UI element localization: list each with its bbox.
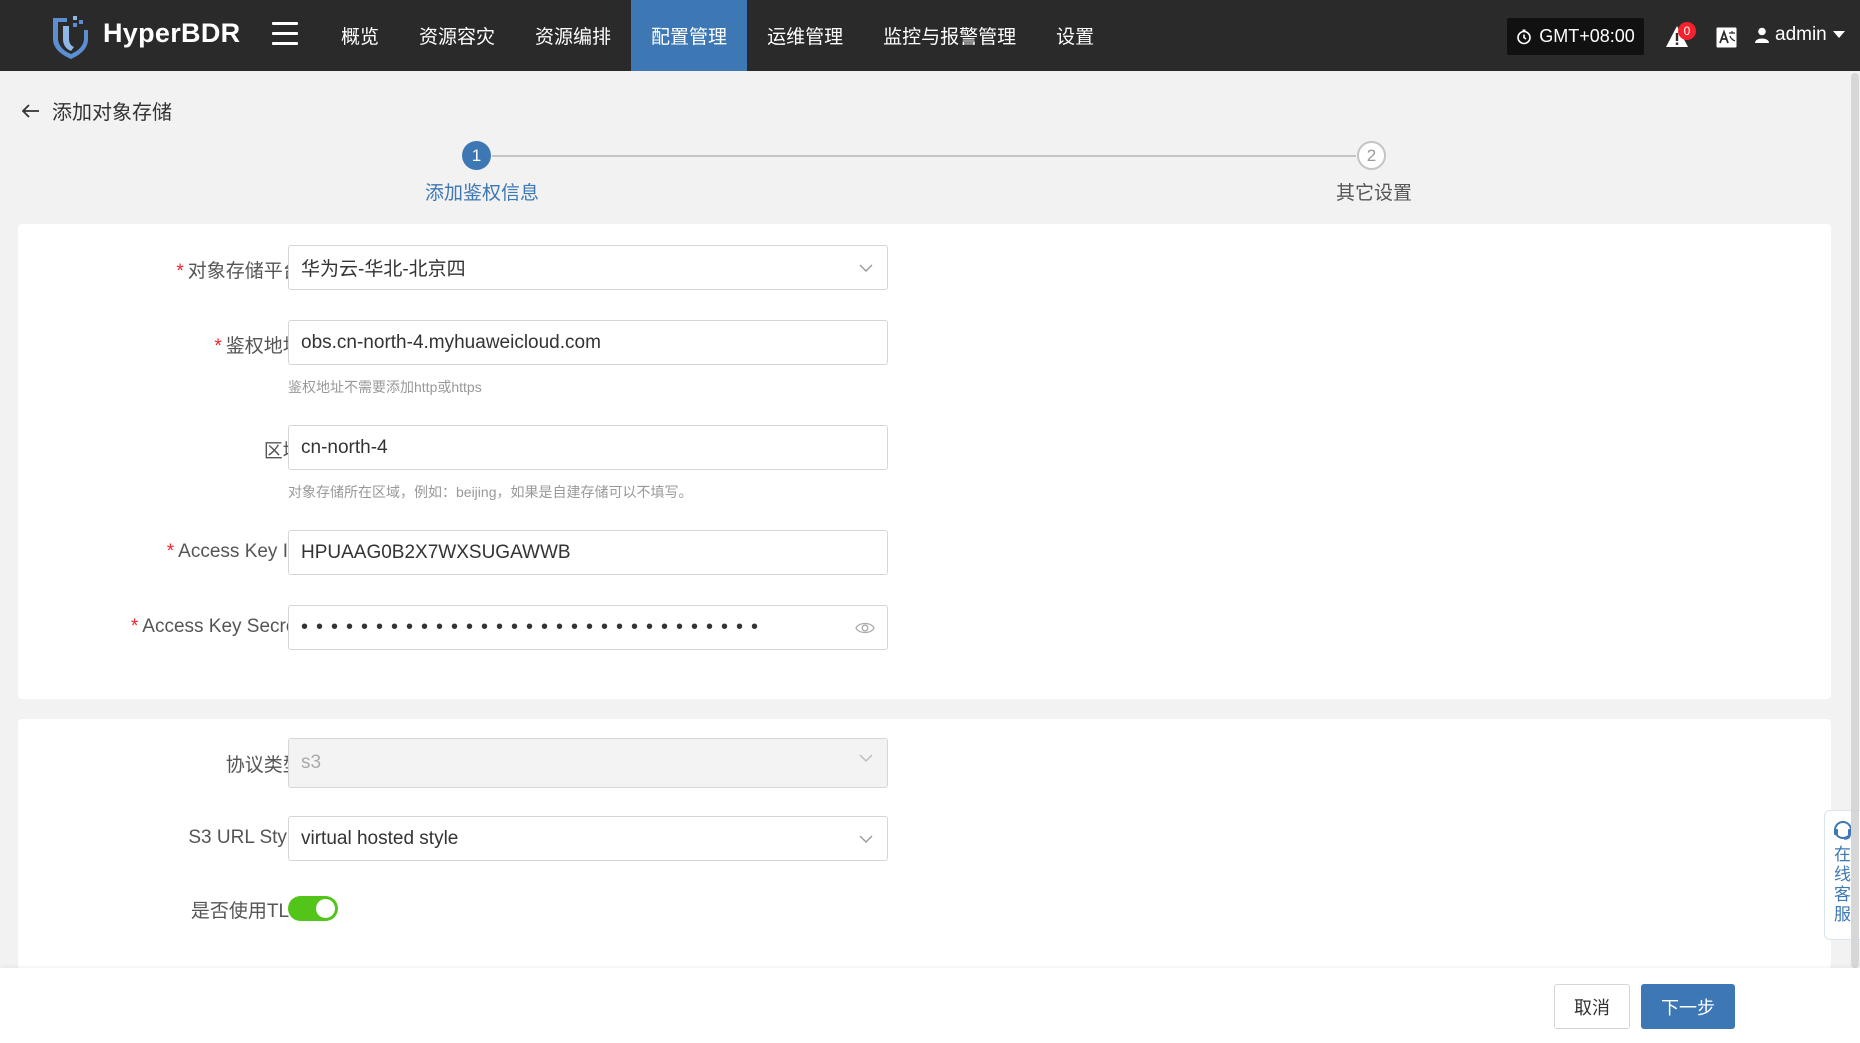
tls-toggle[interactable] [288,896,338,921]
arrow-left-icon [22,103,39,118]
clock-icon [1517,29,1532,44]
access-key-secret-value[interactable]: ••••••••••••••••••••••••••••••• [301,616,766,639]
nav-item-overview[interactable]: 概览 [321,0,399,71]
region-input-field[interactable] [301,436,875,459]
auth-url-help: 鉴权地址不需要添加http或https [288,379,482,395]
timezone-button[interactable]: GMT+08:00 [1507,18,1644,55]
url-style-value: virtual hosted style [301,827,459,849]
auth-url-input[interactable] [288,320,888,365]
protocol-value: s3 [301,752,322,773]
nav-item-orchestration[interactable]: 资源编排 [515,0,631,71]
language-icon[interactable] [1716,27,1737,48]
nav-item-ops[interactable]: 运维管理 [747,0,863,71]
platform-value: 华为云-华北-北京四 [301,259,466,280]
auth-url-input-field[interactable] [301,331,875,354]
nav-item-monitoring[interactable]: 监控与报警管理 [863,0,1036,71]
url-style-select[interactable]: virtual hosted style [288,816,888,861]
page-title: 添加对象存储 [52,102,172,124]
nav-item-config[interactable]: 配置管理 [631,0,748,71]
username: admin [1775,24,1827,45]
online-service-label: 在线客服 [1834,845,1851,924]
timezone-label: GMT+08:00 [1539,26,1635,46]
alert-count-badge: 0 [1678,22,1696,40]
chevron-down-icon [859,754,873,762]
platform-select[interactable]: 华为云-华北-北京四 [288,245,888,290]
chevron-down-icon [859,264,873,272]
eye-icon[interactable] [855,619,875,637]
step-2-indicator: 2 [1357,141,1386,170]
region-help: 对象存储所在区域，例如：beijing，如果是自建存储可以不填写。 [288,484,693,500]
user-icon [1755,27,1769,43]
step-2-label: 其它设置 [1336,183,1413,204]
access-key-secret-input[interactable]: ••••••••••••••••••••••••••••••• [288,605,888,650]
top-navbar: HyperBDR 概览 资源容灾 资源编排 配置管理 运维管理 监控与报警管理 … [0,0,1860,71]
step-1-label: 添加鉴权信息 [425,183,540,204]
cancel-button[interactable]: 取消 [1554,984,1630,1029]
auth-info-card: *对象存储平台: 华为云-华北-北京四 *鉴权地址: 鉴权地址不需要添加http… [18,224,1831,699]
next-step-button[interactable]: 下一步 [1641,984,1735,1029]
other-settings-card: 协议类型: s3 S3 URL Style: virtual hosted st… [18,719,1831,969]
chevron-down-icon [859,835,873,843]
back-button[interactable]: 添加对象存储 [22,96,172,125]
user-menu[interactable]: admin [1755,24,1845,46]
region-input[interactable] [288,425,888,470]
nav-item-settings[interactable]: 设置 [1036,0,1114,71]
protocol-select: s3 [288,738,888,788]
main-nav: 概览 资源容灾 资源编排 配置管理 运维管理 监控与报警管理 设置 [321,0,1114,71]
brand-name: HyperBDR [103,18,241,48]
access-key-secret-label: Access Key Secret: [142,616,307,637]
steps-connector [492,155,1356,157]
caret-down-icon [1832,31,1845,38]
nav-item-resource-dr[interactable]: 资源容灾 [399,0,515,71]
menu-toggle-icon[interactable] [272,22,298,46]
step-1-indicator: 1 [462,141,491,170]
hyperbdr-logo-icon [53,16,88,59]
access-key-id-input[interactable] [288,530,888,575]
access-key-id-input-field[interactable] [301,541,875,564]
page-scrollbar[interactable] [1851,73,1859,968]
